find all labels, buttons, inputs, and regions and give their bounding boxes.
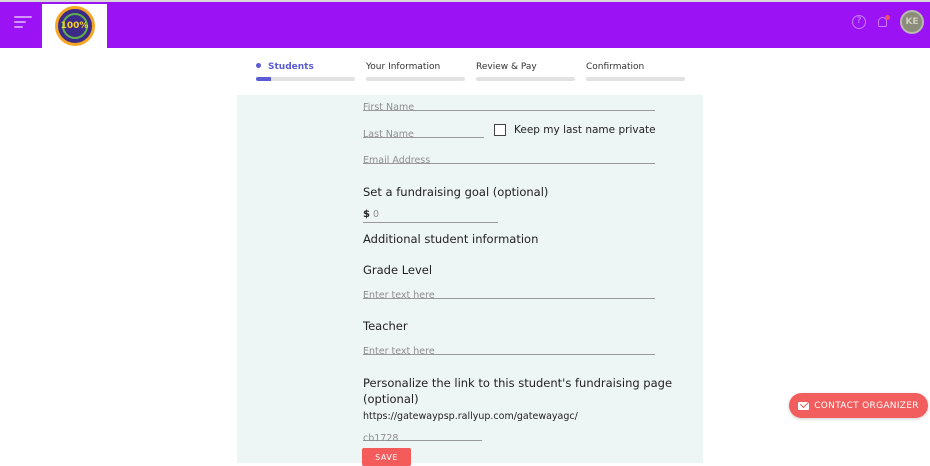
contact-organizer-label: CONTACT ORGANIZER [814,400,919,411]
step-confirmation-label: Confirmation [586,62,645,72]
first-name-field[interactable]: First Name [363,95,655,113]
step-your-information[interactable]: Your Information [366,62,465,81]
currency-symbol: $ [363,209,370,220]
grade-level-input[interactable]: Enter text here [363,283,655,301]
bell-icon[interactable] [876,15,890,29]
top-app-bar: 100% ? KE [0,0,930,48]
contact-organizer-button[interactable]: CONTACT ORGANIZER [789,393,928,418]
url-slug-input[interactable]: cb1728 [363,426,482,444]
personalize-title-line2: (optional) [363,392,419,406]
goal-title: Set a fundraising goal (optional) [363,185,549,199]
step-progress-bar [366,77,465,81]
personalize-title-line1: Personalize the link to this student's f… [363,376,673,390]
checkout-stepper: Students Your Information Review & Pay C… [256,62,686,81]
teacher-placeholder: Enter text here [363,346,435,357]
logo-badge: 100% [54,6,95,46]
personalize-link-title: Personalize the link to this student's f… [363,375,672,407]
active-step-dot [256,63,261,68]
grade-level-placeholder: Enter text here [363,290,435,301]
first-name-placeholder: First Name [363,102,415,113]
teacher-input[interactable]: Enter text here [363,339,655,357]
additional-info-title: Additional student information [363,232,539,246]
goal-input[interactable]: $ 0 [363,207,498,223]
step-progress-bar [476,77,575,81]
mail-icon [798,401,810,410]
step-students-label: Students [268,62,314,72]
keep-private-label: Keep my last name private [514,124,656,136]
logo-text: 100% [60,21,89,31]
goal-value: 0 [372,209,380,220]
organization-logo[interactable]: 100% [42,4,107,48]
email-field[interactable]: Email Address [363,148,655,166]
step-progress-bar [586,77,685,81]
grade-level-label: Grade Level [363,263,433,277]
step-your-information-label: Your Information [366,62,441,72]
step-confirmation[interactable]: Confirmation [586,62,685,81]
email-placeholder: Email Address [363,155,431,166]
last-name-field[interactable]: Last Name [363,122,484,140]
keep-private-checkbox[interactable] [494,124,506,136]
step-students[interactable]: Students [256,62,355,81]
teacher-label: Teacher [363,319,408,333]
save-button[interactable]: SAVE [362,448,411,466]
step-review-pay[interactable]: Review & Pay [476,62,575,81]
fundraising-url-base: https://gatewaypsp.rallyup.com/gatewayag… [363,411,578,422]
top-bar-actions: ? KE [852,10,924,34]
step-progress-fill [256,77,271,81]
keep-last-name-private[interactable]: Keep my last name private [494,124,656,136]
url-slug-value: cb1728 [363,433,399,444]
help-circle-icon[interactable]: ? [852,15,866,29]
step-label: Students [256,62,355,74]
step-review-pay-label: Review & Pay [476,62,537,72]
avatar[interactable]: KE [900,10,924,34]
last-name-placeholder: Last Name [363,129,414,140]
menu-icon[interactable] [14,16,32,34]
notification-dot [885,15,890,20]
step-progress-bar [256,77,355,81]
